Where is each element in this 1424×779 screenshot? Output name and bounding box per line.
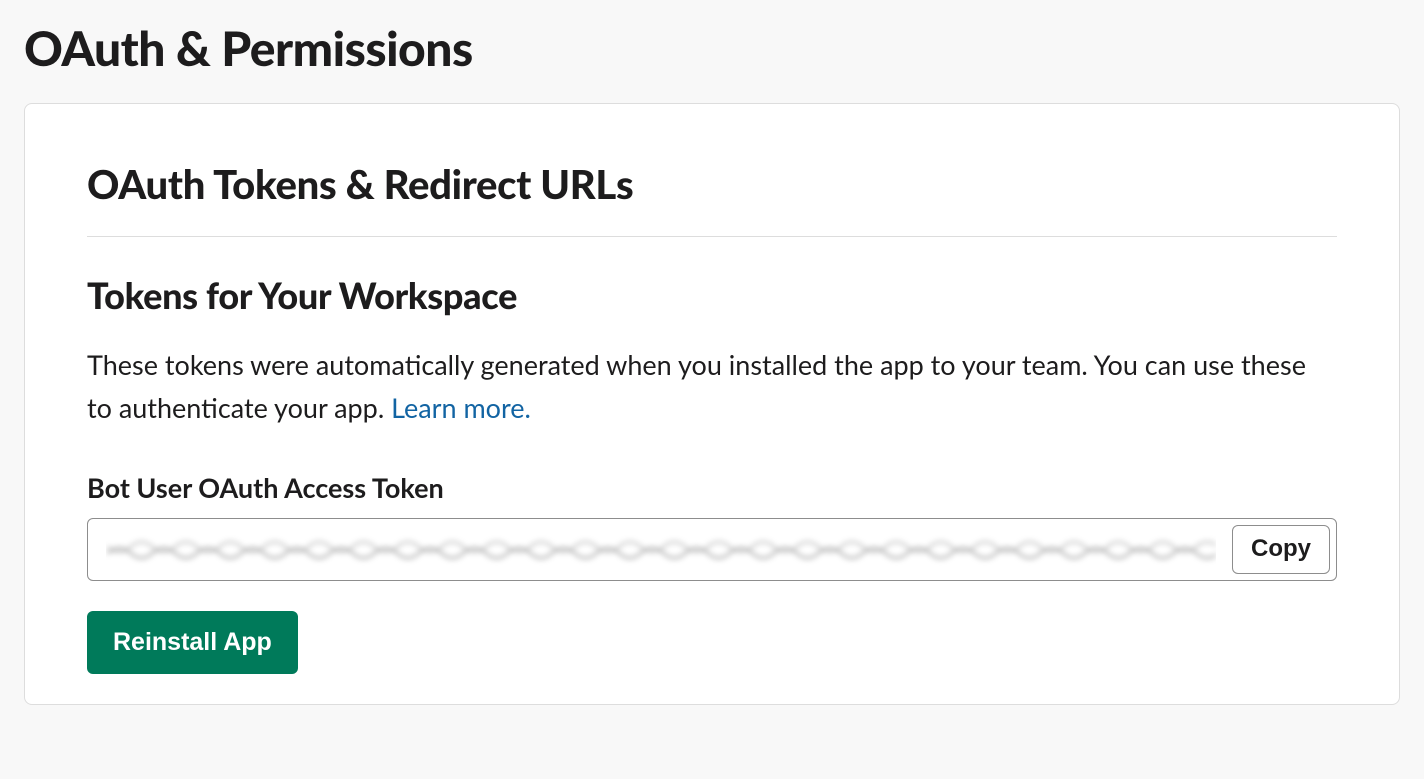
bot-token-field: Copy bbox=[87, 518, 1337, 580]
redacted-overlay bbox=[106, 533, 1216, 567]
tokens-description: These tokens were automatically generate… bbox=[87, 343, 1337, 429]
oauth-tokens-card: OAuth Tokens & Redirect URLs Tokens for … bbox=[24, 103, 1400, 705]
copy-token-button[interactable]: Copy bbox=[1232, 525, 1330, 573]
learn-more-link[interactable]: Learn more. bbox=[391, 391, 531, 424]
page-title: OAuth & Permissions bbox=[24, 20, 1400, 77]
bot-token-label: Bot User OAuth Access Token bbox=[87, 471, 1337, 504]
tokens-subtitle: Tokens for Your Workspace bbox=[87, 273, 1337, 317]
bot-token-value-redacted bbox=[106, 533, 1216, 567]
reinstall-app-button[interactable]: Reinstall App bbox=[87, 611, 298, 675]
tokens-description-text: These tokens were automatically generate… bbox=[87, 348, 1306, 424]
section-title: OAuth Tokens & Redirect URLs bbox=[87, 160, 1337, 237]
